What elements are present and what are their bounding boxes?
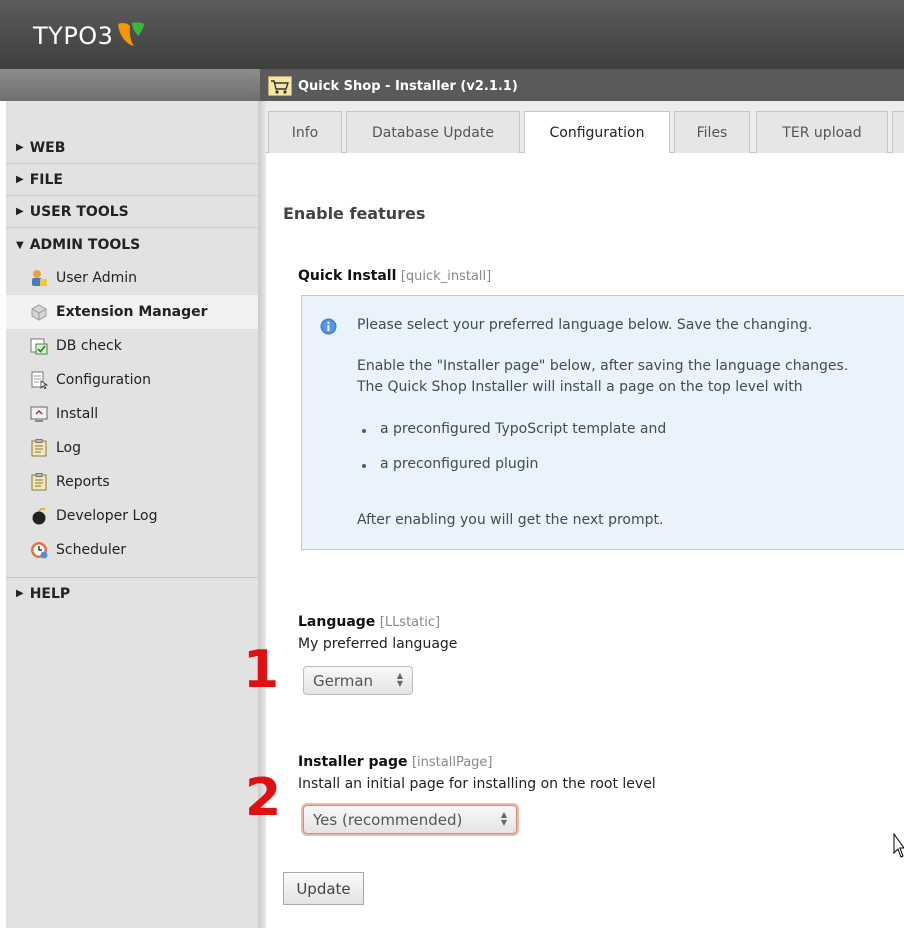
shopping-cart-icon xyxy=(268,76,292,96)
step-marker-2: 2 xyxy=(245,768,282,828)
installer-page-label: Installer page [installPage] xyxy=(298,754,493,770)
info-text: Please select your preferred language be… xyxy=(357,317,813,333)
sidebar-item-label: Scheduler xyxy=(56,542,127,558)
field-label: Quick Install xyxy=(298,268,397,284)
tab-bar: Info Database Update Configuration Files… xyxy=(266,101,904,154)
info-bullet: a preconfigured TypoScript template and xyxy=(380,421,667,437)
sidebar-section-help[interactable]: ▶ HELP xyxy=(6,577,258,609)
select-value: Yes (recommended) xyxy=(313,810,463,829)
triangle-right-icon: ▶ xyxy=(16,174,24,185)
info-text: Enable the "Installer page" below, after… xyxy=(357,358,849,374)
developer-log-icon xyxy=(32,507,46,525)
language-label: Language [LLstatic] xyxy=(298,614,440,630)
installer-page-description: Install an initial page for installing o… xyxy=(298,776,656,792)
language-description: My preferred language xyxy=(298,636,458,652)
reports-icon xyxy=(31,473,47,491)
section-label: WEB xyxy=(29,139,66,156)
info-text: The Quick Shop Installer will install a … xyxy=(357,379,803,395)
module-title: Quick Shop - Installer (v2.1.1) xyxy=(298,78,518,94)
triangle-right-icon: ▶ xyxy=(16,588,24,599)
tab-ter-upload[interactable]: TER upload xyxy=(756,111,888,153)
sidebar-item-label: Configuration xyxy=(56,372,151,388)
sidebar-item-label: Install xyxy=(56,406,99,422)
sidebar-section-admin-tools[interactable]: ▼ ADMIN TOOLS xyxy=(6,229,258,261)
sidebar-section-web[interactable]: ▶ WEB xyxy=(6,132,258,164)
tab-configuration[interactable]: Configuration xyxy=(524,111,670,154)
field-key: [installPage] xyxy=(411,755,493,770)
sidebar-item-label: Extension Manager xyxy=(56,304,208,320)
section-label: FILE xyxy=(29,171,63,188)
section-label: USER TOOLS xyxy=(29,203,129,220)
quick-install-label: Quick Install [quick_install] xyxy=(298,268,491,284)
top-bar: TYPO3 xyxy=(0,0,904,69)
triangle-down-icon: ▼ xyxy=(16,239,24,251)
sidebar-item-reports[interactable]: Reports xyxy=(6,465,258,499)
select-arrows-icon: ▲ ▼ xyxy=(500,810,508,827)
extension-manager-icon xyxy=(31,304,47,321)
tab-label: Configuration xyxy=(549,125,645,141)
field-key: [quick_install] xyxy=(400,269,492,284)
update-button[interactable]: Update xyxy=(283,872,364,905)
log-icon xyxy=(31,439,47,457)
select-value: German xyxy=(313,671,374,690)
sidebar-item-scheduler[interactable]: Scheduler xyxy=(6,533,258,567)
sidebar-item-log[interactable]: Log xyxy=(6,431,258,465)
tab-info[interactable]: Info xyxy=(268,111,342,153)
db-check-icon xyxy=(30,338,48,355)
scheduler-icon xyxy=(31,542,48,559)
field-label: Installer page xyxy=(298,754,408,770)
typo3-logo-icon xyxy=(118,22,144,46)
sidebar-item-label: Log xyxy=(56,440,82,456)
tab-overflow[interactable] xyxy=(892,111,904,153)
info-icon xyxy=(320,318,337,335)
user-admin-icon xyxy=(32,270,47,286)
tab-label: Files xyxy=(696,124,728,141)
sidebar-item-configuration[interactable]: Configuration xyxy=(6,363,258,397)
sidebar-item-extension-manager[interactable]: Extension Manager xyxy=(6,295,258,329)
sidebar-item-db-check[interactable]: DB check xyxy=(6,329,258,363)
tab-files[interactable]: Files xyxy=(674,111,750,153)
install-icon xyxy=(30,406,48,422)
field-label: Language xyxy=(298,614,376,630)
sidebar-item-label: Developer Log xyxy=(56,508,158,524)
step-marker-1: 1 xyxy=(243,640,280,700)
sidebar-item-label: Reports xyxy=(56,474,110,490)
sidebar-header-strip xyxy=(0,69,260,101)
sidebar-item-install[interactable]: Install xyxy=(6,397,258,431)
language-select[interactable]: German ▲ ▼ xyxy=(303,666,413,695)
bullet-dot xyxy=(362,429,366,433)
installer-page-select[interactable]: Yes (recommended) ▲ ▼ xyxy=(303,805,517,834)
sidebar-section-file[interactable]: ▶ FILE xyxy=(6,164,258,196)
triangle-right-icon: ▶ xyxy=(16,142,24,153)
typo3-logo-text: TYPO3 xyxy=(33,22,114,50)
info-text: After enabling you will get the next pro… xyxy=(357,512,664,528)
bullet-dot xyxy=(362,464,366,468)
field-key: [LLstatic] xyxy=(379,615,441,630)
tab-label: Database Update xyxy=(372,124,494,141)
tab-label: Info xyxy=(291,124,319,141)
sidebar-section-user-tools[interactable]: ▶ USER TOOLS xyxy=(6,196,258,228)
sidebar-item-developer-log[interactable]: Developer Log xyxy=(6,499,258,533)
select-arrows-icon: ▲ ▼ xyxy=(396,671,404,688)
triangle-right-icon: ▶ xyxy=(16,206,24,217)
info-bullet: a preconfigured plugin xyxy=(380,456,539,472)
sidebar-item-label: DB check xyxy=(56,338,122,354)
section-heading: Enable features xyxy=(283,204,426,223)
mouse-cursor-icon xyxy=(893,833,904,858)
tab-database-update[interactable]: Database Update xyxy=(346,111,520,153)
sidebar-item-user-admin[interactable]: User Admin xyxy=(6,261,258,295)
section-label: ADMIN TOOLS xyxy=(29,237,141,253)
configuration-icon xyxy=(31,371,48,389)
section-label: HELP xyxy=(29,585,71,602)
sidebar-item-label: User Admin xyxy=(56,270,137,286)
tab-label: TER upload xyxy=(782,124,862,141)
module-header: Quick Shop - Installer (v2.1.1) xyxy=(268,73,518,99)
